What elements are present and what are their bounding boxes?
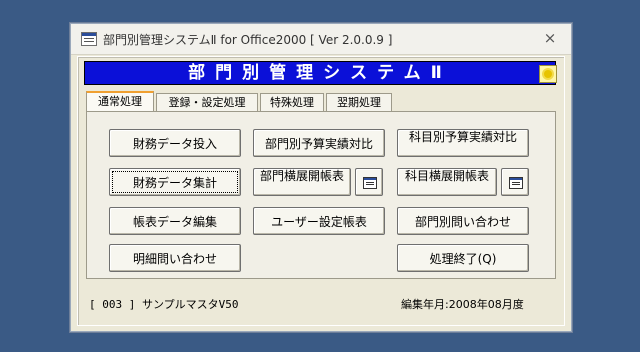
title-bar[interactable]: 部門別管理システムⅡ for Office2000 [ Ver 2.0.0.9 …	[71, 24, 571, 55]
dept-cross-form-button[interactable]	[355, 168, 383, 196]
window-title: 部門別管理システムⅡ for Office2000 [ Ver 2.0.0.9 …	[103, 33, 393, 47]
dept-budget-button[interactable]: 部門別予算実績対比	[253, 129, 385, 157]
dept-cross-button[interactable]: 部門横展開帳表	[253, 168, 351, 196]
company-status: [ 003 ] サンプルマスタV50	[89, 298, 239, 311]
item-budget-button[interactable]: 科目別予算実績対比	[397, 129, 529, 157]
app-form-icon	[81, 32, 97, 46]
exit-button[interactable]: 処理終了(Q)	[397, 244, 529, 272]
zaimu-sum-button[interactable]: 財務データ集計	[109, 168, 241, 196]
tab-normal[interactable]: 通常処理	[86, 91, 154, 112]
close-button[interactable]: ×	[541, 29, 559, 47]
item-cross-button[interactable]: 科目横展開帳表	[397, 168, 497, 196]
main-window: 部門別管理システムⅡ for Office2000 [ Ver 2.0.0.9 …	[70, 23, 572, 332]
tab-panel-normal: 財務データ投入 財務データ集計 帳表データ編集 明細問い合わせ 部門別予算実績対…	[86, 111, 556, 279]
form-icon	[363, 177, 377, 189]
zaimu-input-button[interactable]: 財務データ投入	[109, 129, 241, 157]
tab-next-term[interactable]: 翌期処理	[326, 93, 392, 111]
item-cross-form-button[interactable]	[501, 168, 529, 196]
system-banner: 部門別管理システムⅡ	[84, 61, 557, 85]
report-edit-button[interactable]: 帳表データ編集	[109, 207, 241, 235]
user-setting-button[interactable]: ユーザー設定帳表	[253, 207, 385, 235]
edit-month-status: 編集年月:2008年08月度	[401, 298, 524, 311]
dept-inquiry-button[interactable]: 部門別問い合わせ	[397, 207, 529, 235]
tab-register-settings[interactable]: 登録・設定処理	[156, 93, 258, 111]
detail-inquiry-button[interactable]: 明細問い合わせ	[109, 244, 241, 272]
lightbulb-icon[interactable]	[539, 65, 557, 83]
tab-special[interactable]: 特殊処理	[260, 93, 324, 111]
form-icon	[509, 177, 523, 189]
banner-title: 部門別管理システムⅡ	[188, 63, 452, 83]
